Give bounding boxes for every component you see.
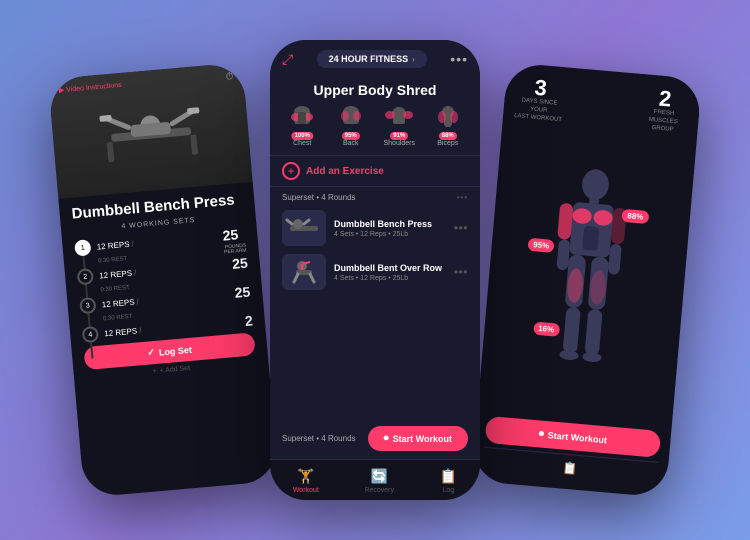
right-log-icon[interactable]: 📋 [562,461,578,476]
set-num-4: 4 [82,326,99,343]
badge-quad: 16% [533,321,560,336]
exercise-card-1: Dumbbell Bench Press 4 Sets • 12 Reps • … [270,206,480,250]
workout-tab-label: Workout [293,487,319,494]
workout-title: Upper Body Shred [270,76,480,102]
shoulders-pct: 91% [390,132,408,140]
gym-selector[interactable]: 24 HOUR FITNESS › [317,50,427,68]
right-phone: 3 DAYS SINCE YOURLAST WORKOUT 2 FRESH MU… [471,62,702,497]
left-phone: ▶ Video Instructions ⏱ Dumbbell Bench Pr… [48,62,279,497]
workout-tab-icon: 🏋 [297,468,314,485]
start-workout-row: Superset • 4 Rounds ⏺ Start Workout [270,418,480,459]
set-num-1: 1 [74,239,91,256]
chevron-icon: › [412,55,415,64]
days-label: DAYS SINCE YOURLAST WORKOUT [513,97,565,125]
set-num-3: 3 [79,297,96,314]
biceps-pct: 88% [439,132,457,140]
tab-workout[interactable]: 🏋 Workout [293,468,319,494]
exercise-info-1: Dumbbell Bench Press 4 Sets • 12 Reps • … [334,219,446,238]
recovery-tab-label: Recovery [364,487,394,494]
stats-row: 3 DAYS SINCE YOURLAST WORKOUT 2 FRESH MU… [513,75,691,135]
muscles-label: FRESH MUSCLESGROUP [637,108,689,136]
exercise-detail-2: 4 Sets • 12 Reps • 25Lb [334,275,446,282]
body-figure: 95% 88% 16% [487,128,686,425]
chest-label: Chest [293,140,311,147]
chest-pct: 100% [292,132,313,140]
center-bottom: Superset • 4 Rounds ⏺ Start Workout 🏋 Wo… [270,418,480,500]
timer-icon: ⏱ [225,71,234,83]
exercise-thumb-1 [282,210,326,246]
muscle-chest: 100% Chest [284,102,320,147]
exercise-name-2: Dumbbell Bent Over Row [334,263,446,273]
stat-muscles: 2 FRESH MUSCLESGROUP [637,86,691,136]
muscle-icons-row: 100% Chest 95% Back [270,102,480,155]
badge-chest: 95% [528,238,555,253]
left-content: Dumbbell Bench Press 4 WORKING SETS 1 12… [58,182,278,498]
back-pct: 95% [342,132,360,140]
center-header: ⤢ 24 HOUR FITNESS › ••• [270,40,480,76]
muscle-shoulders: 91% Shoulders [381,102,417,147]
more-menu-icon[interactable]: ••• [450,51,468,67]
badge-shoulder: 88% [622,209,649,224]
add-exercise-label: Add an Exercise [306,166,384,177]
back-icon-wrap: 95% [333,102,369,138]
muscle-biceps: 88% Biceps [430,102,466,147]
exercise-detail-1: 4 Sets • 12 Reps • 25Lb [334,231,446,238]
tab-bar: 🏋 Workout 🔄 Recovery 📋 Log [270,459,480,500]
hero-image: ▶ Video Instructions ⏱ [48,62,253,199]
superset-label-1: Superset • 4 Rounds ••• [270,187,480,206]
set-num-2: 2 [77,268,94,285]
log-tab-label: Log [443,487,455,494]
exercise-card-2: Dumbbell Bent Over Row 4 Sets • 12 Reps … [270,250,480,294]
shoulders-icon-wrap: 91% [381,102,417,138]
biceps-label: Biceps [437,140,458,147]
gym-name: 24 HOUR FITNESS [329,54,409,64]
chest-icon-wrap: 100% [284,102,320,138]
exercise-thumb-2 [282,254,326,290]
muscle-back: 95% Back [333,102,369,147]
add-exercise-icon: + [282,162,300,180]
exercise-menu-1[interactable]: ••• [454,221,468,235]
exercise-info-2: Dumbbell Bent Over Row 4 Sets • 12 Reps … [334,263,446,282]
right-content: 3 DAYS SINCE YOURLAST WORKOUT 2 FRESH MU… [471,62,702,497]
superset-label-2: Superset • 4 Rounds [282,434,356,443]
recovery-tab-icon: 🔄 [371,468,388,485]
superset-dots-1[interactable]: ••• [457,193,468,202]
stat-days: 3 DAYS SINCE YOURLAST WORKOUT [513,75,567,125]
back-icon[interactable]: ⤢ [282,51,293,68]
exercise-name-1: Dumbbell Bench Press [334,219,446,229]
center-phone: ⤢ 24 HOUR FITNESS › ••• Upper Body Shred [270,40,480,500]
shoulders-label: Shoulders [383,140,415,147]
log-tab-icon: 📋 [440,468,457,485]
add-exercise-row[interactable]: + Add an Exercise [270,155,480,187]
back-label: Back [343,140,359,147]
tab-log[interactable]: 📋 Log [440,468,457,494]
exercise-menu-2[interactable]: ••• [454,265,468,279]
biceps-icon-wrap: 88% [430,102,466,138]
tab-recovery[interactable]: 🔄 Recovery [364,468,394,494]
start-workout-button[interactable]: ⏺ Start Workout [368,426,468,451]
